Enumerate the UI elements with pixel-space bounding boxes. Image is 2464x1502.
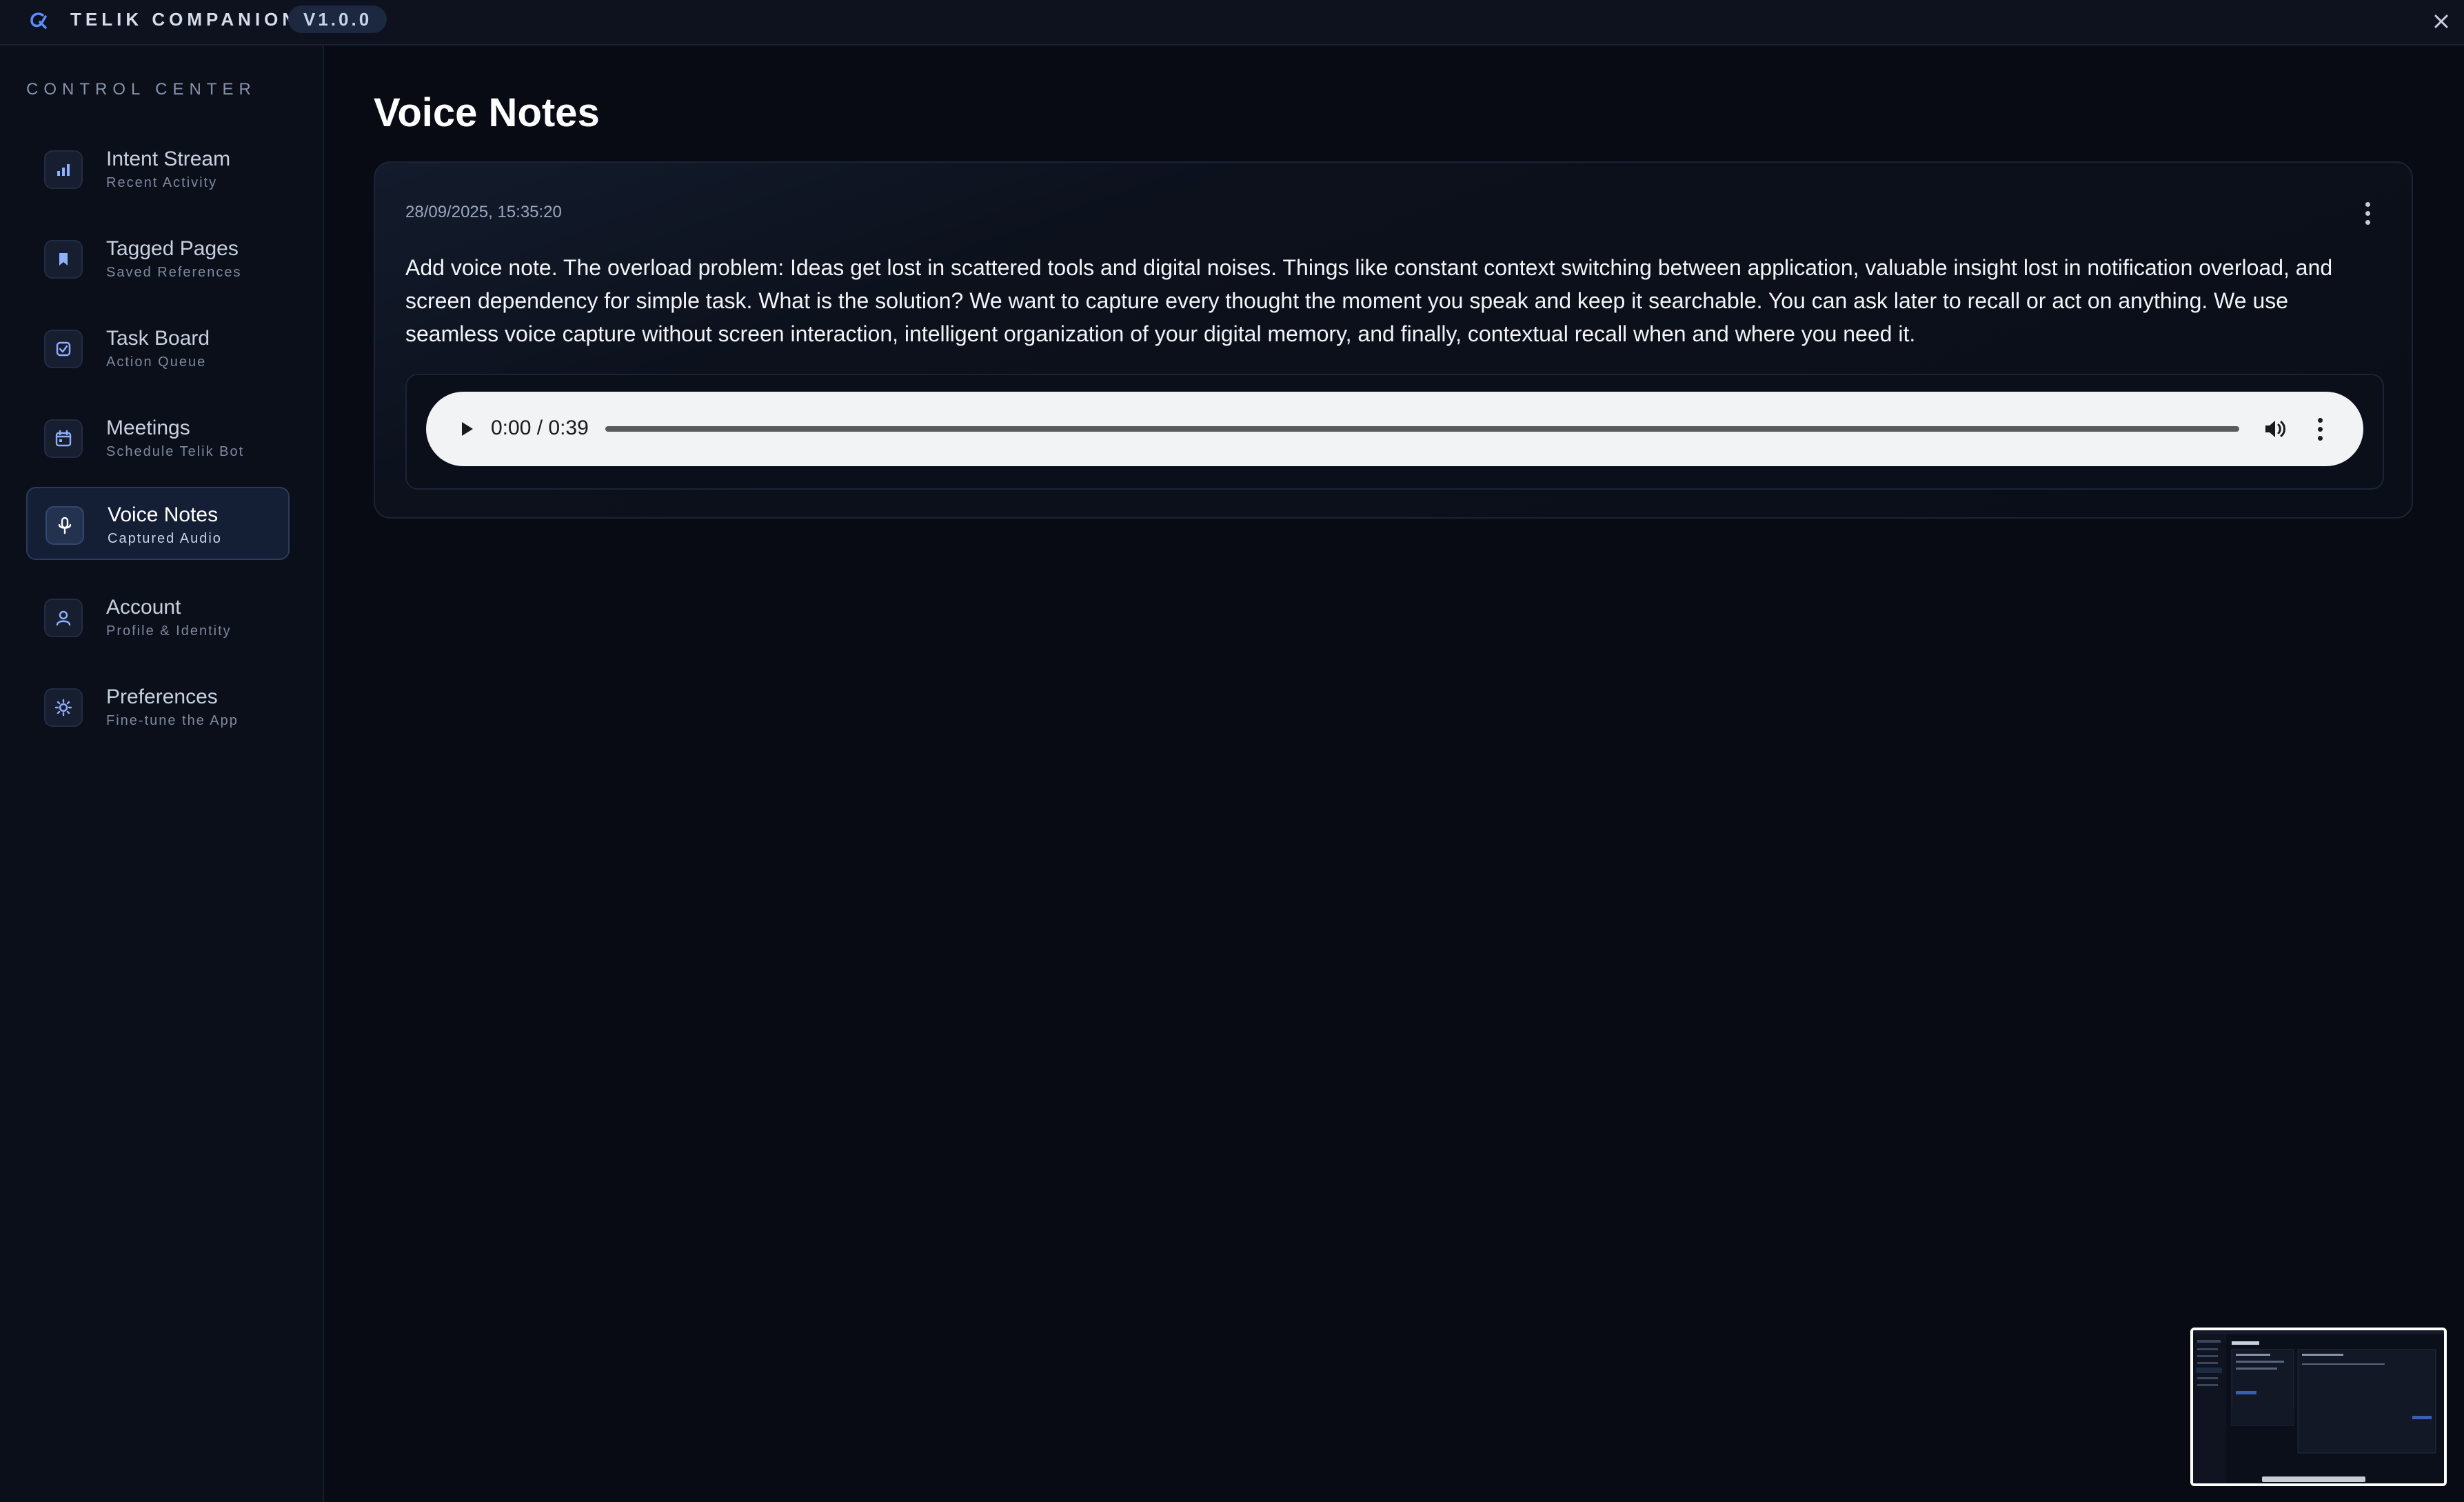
audio-player: 0:00 / 0:39 — [426, 392, 2363, 466]
microphone-icon — [58, 517, 72, 534]
note-timestamp: 28/09/2025, 15:35:20 — [405, 203, 562, 221]
volume-button[interactable] — [2260, 414, 2290, 444]
play-button[interactable] — [452, 415, 480, 443]
sidebar-item-title: Preferences — [106, 685, 218, 708]
user-icon — [56, 610, 71, 626]
sidebar-item-subtitle: Schedule Telik Bot — [106, 444, 245, 459]
app-name: TELIK COMPANION — [70, 9, 300, 30]
sidebar-item-voice-notes[interactable]: Voice Notes Captured Audio — [26, 487, 290, 560]
close-icon — [2434, 14, 2448, 28]
audio-progress-bar[interactable] — [605, 426, 2239, 432]
bar-chart-icon — [57, 164, 70, 176]
audio-container: 0:00 / 0:39 — [405, 374, 2384, 490]
sidebar-item-subtitle: Profile & Identity — [106, 623, 232, 639]
sidebar-item-preferences[interactable]: Preferences Fine-tune the App — [26, 670, 290, 743]
calendar-icon — [55, 430, 72, 447]
sidebar-item-title: Voice Notes — [108, 503, 219, 526]
sidebar-item-subtitle: Fine-tune the App — [106, 713, 239, 728]
sidebar-item-title: Account — [106, 596, 181, 619]
sidebar-item-title: Meetings — [106, 417, 190, 439]
sun-icon — [54, 699, 72, 717]
sidebar-item-subtitle: Captured Audio — [108, 531, 222, 546]
more-vertical-icon — [2365, 201, 2370, 207]
close-window-button[interactable] — [2425, 6, 2457, 37]
version-badge: V1.0.0 — [288, 6, 387, 33]
volume-icon — [2265, 421, 2285, 437]
sidebar-item-intent-stream[interactable]: Intent Stream Recent Activity — [26, 132, 290, 206]
more-vertical-icon — [2317, 417, 2323, 423]
sidebar-item-title: Task Board — [106, 327, 210, 350]
screen-preview-thumbnail[interactable] — [2190, 1328, 2447, 1486]
audio-time: 0:00 / 0:39 — [491, 417, 589, 439]
sidebar-item-subtitle: Recent Activity — [106, 175, 218, 190]
sidebar-item-task-board[interactable]: Task Board Action Queue — [26, 312, 290, 385]
sidebar-item-title: Intent Stream — [106, 148, 231, 170]
sidebar-item-tagged-pages[interactable]: Tagged Pages Saved References — [26, 222, 290, 295]
sidebar-item-subtitle: Action Queue — [106, 354, 207, 370]
sidebar-item-meetings[interactable]: Meetings Schedule Telik Bot — [26, 401, 290, 474]
sidebar-item-title: Tagged Pages — [106, 237, 239, 260]
screen-preview-image — [2193, 1330, 2444, 1483]
sidebar-item-subtitle: Saved References — [106, 265, 242, 280]
sidebar: CONTROL CENTER Intent Stream Recent Acti… — [0, 46, 324, 1502]
page-title: Voice Notes — [374, 90, 600, 135]
sidebar-section-label: CONTROL CENTER — [26, 80, 256, 99]
note-options-button[interactable] — [2354, 196, 2381, 230]
voice-note-card: 28/09/2025, 15:35:20 Add voice note. The… — [374, 161, 2413, 519]
main-content: Voice Notes 28/09/2025, 15:35:20 Add voi… — [325, 46, 2464, 1502]
title-bar: TELIK COMPANION V1.0.0 — [0, 0, 2464, 46]
sidebar-item-account[interactable]: Account Profile & Identity — [26, 581, 290, 654]
play-icon — [462, 422, 473, 436]
player-options-button[interactable] — [2310, 412, 2330, 445]
note-transcript: Add voice note. The overload problem: Id… — [405, 255, 2333, 346]
app-logo-icon — [30, 12, 47, 29]
bookmark-icon — [59, 253, 68, 266]
checkbox-icon — [56, 341, 71, 357]
